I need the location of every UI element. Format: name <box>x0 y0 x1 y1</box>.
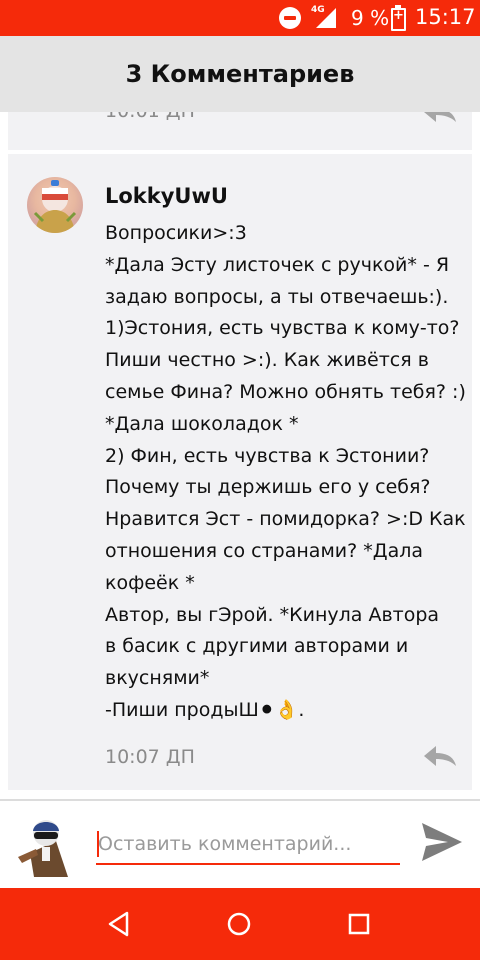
comment-line: семье Фина? Можно обнять тебя? :) <box>105 380 466 403</box>
home-button[interactable] <box>223 908 255 940</box>
battery-percent: 9 % <box>351 6 390 30</box>
recent-apps-button[interactable] <box>343 908 375 940</box>
comment-timestamp: 10:07 ДП <box>105 746 195 768</box>
header: 3 Комментариев <box>0 36 480 112</box>
send-icon <box>422 823 462 861</box>
send-button[interactable] <box>418 819 464 865</box>
status-bar: 4G 9 % 15:17 <box>0 0 480 36</box>
comment-timestamp: 10:01 ДП <box>105 112 195 122</box>
page-title: 3 Комментариев <box>125 60 355 88</box>
back-icon <box>108 911 129 937</box>
home-icon <box>227 912 251 936</box>
signal-icon <box>316 8 336 28</box>
comment-line: вкуснями* <box>105 667 210 690</box>
text-caret <box>97 831 99 857</box>
comment-line: задаю вопросы, а ты отвечаешь:). <box>105 285 449 308</box>
comment-line: *Дала шоколадок * <box>105 412 299 435</box>
navigation-bar <box>0 888 480 960</box>
reply-icon[interactable] <box>422 744 458 768</box>
comment-line: Нравится Эст - помидорка? >:D Как <box>105 508 466 531</box>
user-avatar <box>18 820 68 877</box>
clock: 15:17 <box>415 5 476 29</box>
dnd-icon <box>279 7 301 29</box>
comment-text: Вопросики>:3 *Дала Эсту листочек с ручко… <box>105 218 470 727</box>
reply-icon[interactable] <box>422 112 458 124</box>
battery-icon <box>391 5 406 31</box>
comment-line: отношения со странами? *Дала <box>105 539 424 562</box>
recent-apps-icon <box>348 913 370 935</box>
back-button[interactable] <box>103 908 135 940</box>
comment-line: -Пиши продыШ⚫👌. <box>105 698 305 721</box>
comment-line: Пиши честно >:). Как живётся в <box>105 349 429 372</box>
comments-list[interactable]: 10:01 ДП LokkyUwU Вопросики>:3 *Дала Эст… <box>0 112 480 800</box>
avatar[interactable] <box>27 177 83 233</box>
comment-composer <box>0 801 480 888</box>
comment-card: LokkyUwU Вопросики>:3 *Дала Эсту листоче… <box>8 154 472 790</box>
comment-line: 2) Фин, есть чувства к Эстонии? <box>105 444 430 467</box>
comment-input[interactable] <box>96 825 400 865</box>
comment-line: Почему ты держишь его у себя? <box>105 476 431 499</box>
comment-line: кофеёк * <box>105 571 195 594</box>
comment-line: в басик с другими авторами и <box>105 635 409 658</box>
comment-line: Автор, вы гЭрой. *Кинула Автора <box>105 603 440 626</box>
comment-line: Вопросики>:3 <box>105 222 247 244</box>
comment-line: *Дала Эсту листочек с ручкой* - Я <box>105 253 450 276</box>
comment-card: 10:01 ДП <box>8 112 472 150</box>
comment-author[interactable]: LokkyUwU <box>105 184 228 208</box>
comment-line: 1)Эстония, есть чувства к кому-то? <box>105 317 460 340</box>
